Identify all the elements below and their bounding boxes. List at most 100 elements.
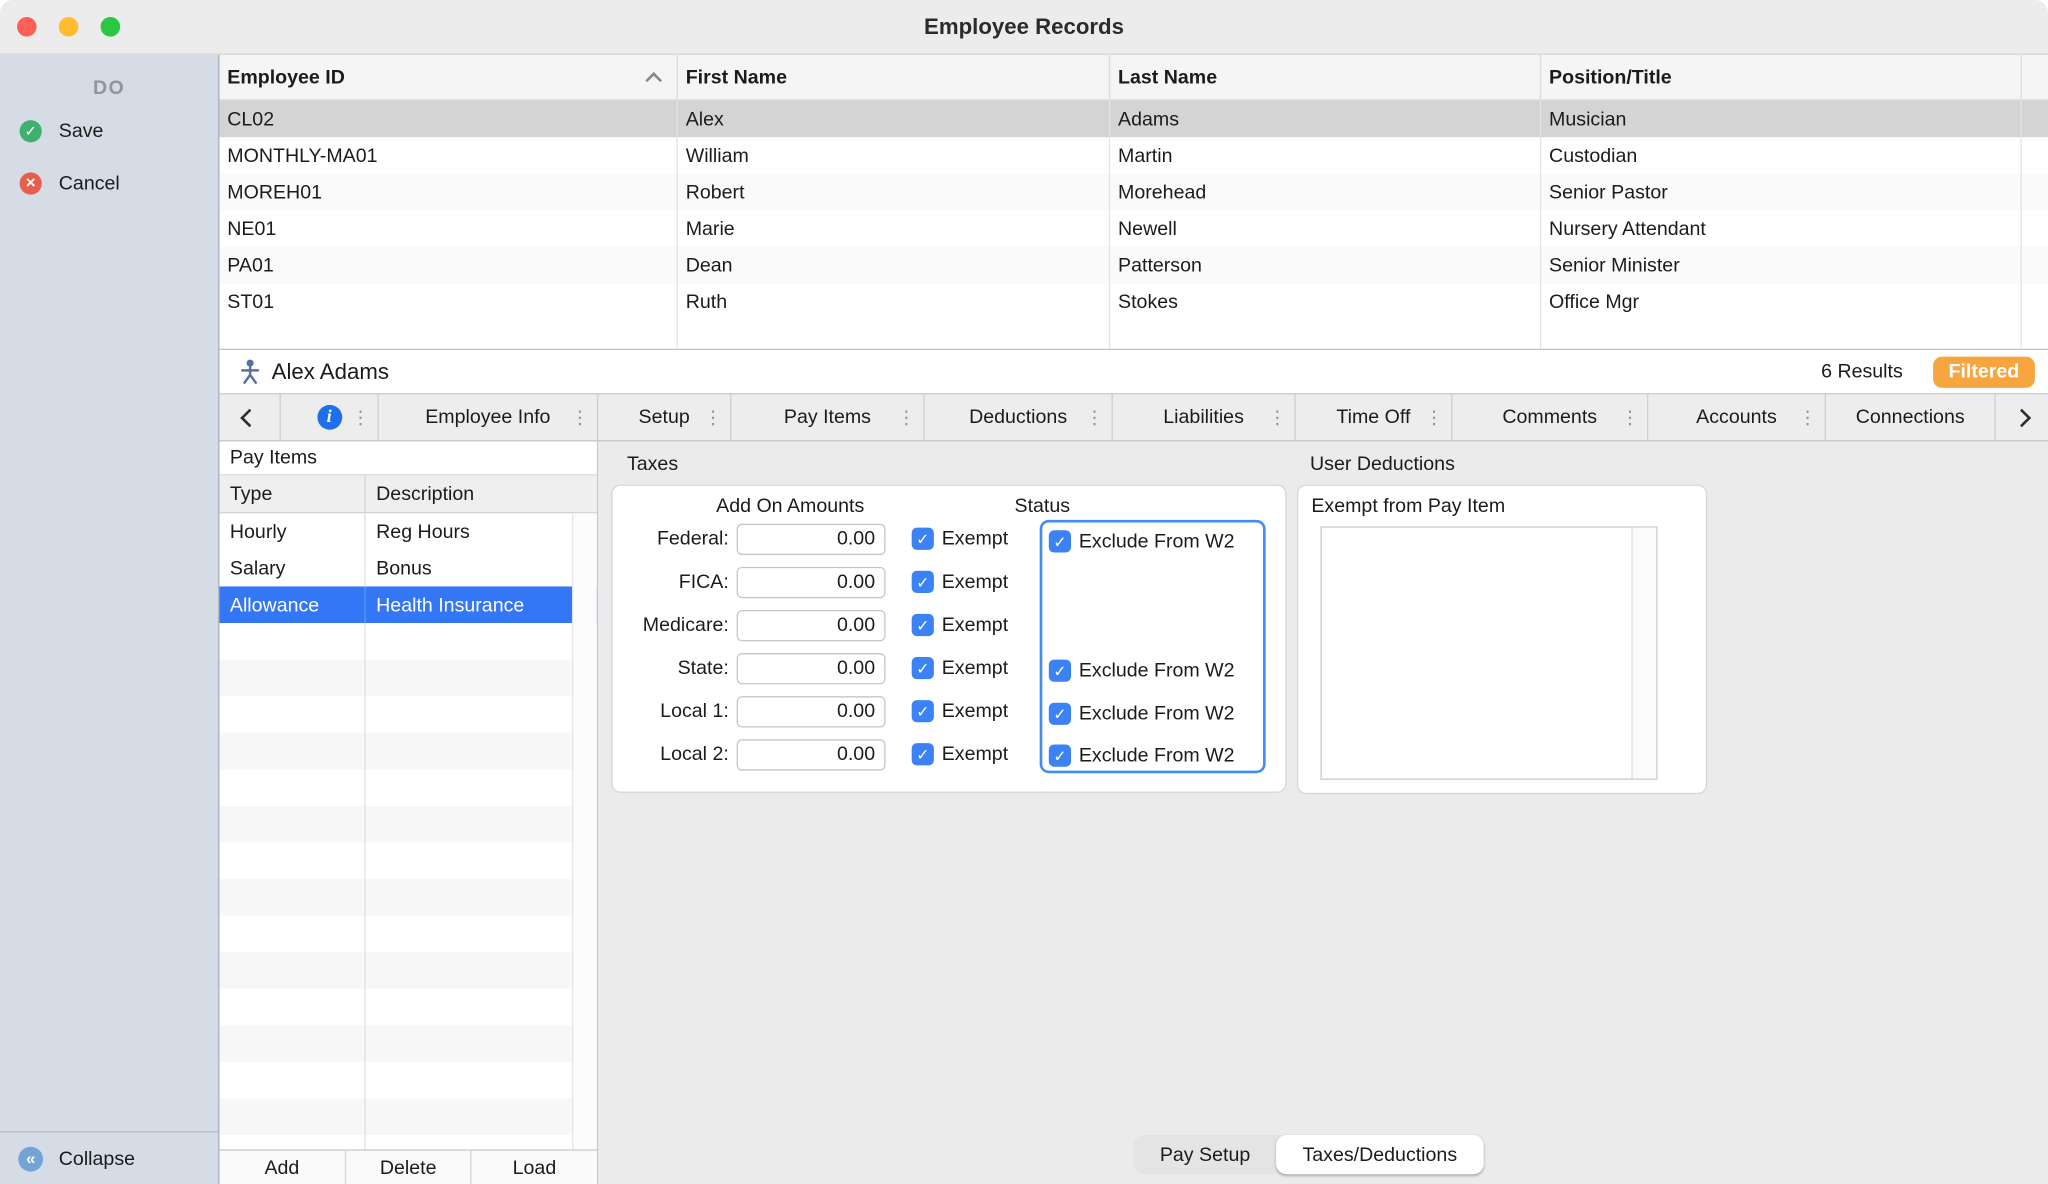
tab-menu-kebab-icon[interactable] xyxy=(571,406,589,428)
tab-menu-kebab-icon[interactable] xyxy=(1085,406,1103,428)
exempt-label: Exempt xyxy=(941,613,1009,637)
record-tab-bar: Employee Info Setup Pay Items Deductions… xyxy=(219,394,2048,442)
exclude-w2-label: Exclude From W2 xyxy=(1078,530,1235,553)
collapse-chevrons-icon xyxy=(18,1146,44,1171)
previous-record-button[interactable] xyxy=(219,394,281,441)
save-check-icon xyxy=(19,119,42,142)
tab-time-off[interactable]: Time Off xyxy=(1296,394,1453,441)
fica-exempt-checkbox[interactable] xyxy=(911,570,934,593)
pay-items-column-headers: Type Description xyxy=(219,475,597,514)
pay-items-list: Hourly Reg Hours Salary Bonus Allowance … xyxy=(219,513,597,1150)
save-label: Save xyxy=(58,119,104,142)
exempt-label: Exempt xyxy=(941,527,1009,550)
tab-menu-kebab-icon[interactable] xyxy=(351,406,369,428)
cancel-button[interactable]: Cancel xyxy=(0,157,218,209)
current-record-name: Alex Adams xyxy=(271,358,389,384)
pay-item-row-selected[interactable]: Allowance Health Insurance xyxy=(219,586,597,624)
employee-row[interactable]: ST01 Ruth Stokes Office Mgr xyxy=(219,283,2048,320)
traffic-lights xyxy=(16,0,121,54)
tab-pay-items[interactable]: Pay Items xyxy=(731,394,925,441)
employee-row[interactable]: MONTHLY-MA01 William Martin Custodian xyxy=(219,137,2048,174)
tab-setup[interactable]: Setup xyxy=(598,394,732,441)
sort-ascending-icon xyxy=(645,72,663,89)
save-button[interactable]: Save xyxy=(0,104,218,156)
employee-table-header: Employee ID First Name Last Name Positio… xyxy=(219,54,2048,101)
tab-menu-kebab-icon[interactable] xyxy=(1621,406,1639,428)
taxes-section-label: Taxes xyxy=(626,453,679,476)
federal-exempt-checkbox[interactable] xyxy=(911,527,934,550)
column-header-last-name[interactable]: Last Name xyxy=(1110,54,1542,100)
bottom-segmented-control: Pay Setup Taxes/Deductions xyxy=(1133,1135,1484,1175)
tab-menu-kebab-icon[interactable] xyxy=(1799,406,1817,428)
employee-row[interactable]: MOREH01 Robert Morehead Senior Pastor xyxy=(219,173,2048,211)
federal-addon-input[interactable] xyxy=(736,523,886,555)
column-header-employee-id[interactable]: Employee ID xyxy=(219,54,678,100)
tab-info[interactable] xyxy=(281,394,379,441)
state-exclude-w2-checkbox[interactable] xyxy=(1048,659,1072,682)
employee-row[interactable]: NE01 Marie Newell Nursery Attendant xyxy=(219,210,2048,247)
local2-addon-input[interactable] xyxy=(736,738,886,770)
local1-exclude-w2-checkbox[interactable] xyxy=(1048,702,1072,725)
user-deductions-section-label: User Deductions xyxy=(1310,453,1455,476)
local2-exclude-w2-checkbox[interactable] xyxy=(1048,744,1072,767)
pay-setup-tab[interactable]: Pay Setup xyxy=(1134,1135,1277,1174)
pay-item-row[interactable]: Salary Bonus xyxy=(219,549,596,587)
federal-exclude-w2-row: Exclude From W2 xyxy=(1048,528,1235,555)
medicare-addon-input[interactable] xyxy=(736,609,886,641)
state-addon-input[interactable] xyxy=(736,652,886,684)
state-exempt-checkbox[interactable] xyxy=(911,656,934,680)
table-filler xyxy=(219,319,2048,349)
local1-exempt-checkbox[interactable] xyxy=(911,700,934,723)
tab-deductions[interactable]: Deductions xyxy=(925,394,1113,441)
exempt-label: Exempt xyxy=(941,570,1009,593)
delete-button[interactable]: Delete xyxy=(346,1150,472,1184)
exempt-pay-item-list[interactable] xyxy=(1320,526,1658,780)
fica-addon-input[interactable] xyxy=(736,566,886,598)
window-title: Employee Records xyxy=(924,13,1124,39)
medicare-exempt-checkbox[interactable] xyxy=(911,613,934,637)
employee-row[interactable]: CL02 Alex Adams Musician xyxy=(219,100,2048,138)
pay-items-scrollbar-track[interactable] xyxy=(572,513,597,1150)
tab-menu-kebab-icon[interactable] xyxy=(897,406,915,428)
exclude-w2-label: Exclude From W2 xyxy=(1078,659,1235,682)
minimize-window-button[interactable] xyxy=(58,16,79,37)
column-header-first-name[interactable]: First Name xyxy=(678,54,1111,100)
load-button[interactable]: Load xyxy=(472,1151,597,1184)
pay-items-buttons: Add Delete Load xyxy=(219,1149,597,1184)
close-window-button[interactable] xyxy=(16,16,37,37)
collapse-button[interactable]: Collapse xyxy=(0,1131,219,1184)
sidebar: DO Save Cancel Collapse xyxy=(0,54,220,1184)
exempt-label: Exempt xyxy=(941,700,1009,723)
column-header-position-title[interactable]: Position/Title xyxy=(1541,54,2022,100)
exempt-from-pay-item-label: Exempt from Pay Item xyxy=(1311,495,1506,518)
record-bar: Alex Adams 6 Results Filtered xyxy=(219,350,2048,395)
table-scrollbar-gutter xyxy=(2022,55,2048,99)
local1-exclude-w2-row: Exclude From W2 xyxy=(1048,700,1235,727)
taxes-deductions-tab[interactable]: Taxes/Deductions xyxy=(1276,1135,1484,1175)
pay-item-row[interactable]: Hourly Reg Hours xyxy=(219,513,596,550)
local1-addon-input[interactable] xyxy=(736,695,886,727)
sidebar-header: DO xyxy=(93,77,126,100)
column-header-description: Description xyxy=(376,482,475,505)
tab-accounts[interactable]: Accounts xyxy=(1648,394,1826,441)
collapse-label: Collapse xyxy=(58,1147,136,1170)
tab-menu-kebab-icon[interactable] xyxy=(704,406,722,428)
local2-exempt-checkbox[interactable] xyxy=(911,743,934,766)
exempt-list-scrollbar-track xyxy=(1631,527,1657,779)
tab-employee-info[interactable]: Employee Info xyxy=(379,394,599,441)
federal-exclude-w2-checkbox[interactable] xyxy=(1048,530,1072,553)
titlebar: Employee Records xyxy=(0,0,2048,55)
tab-connections[interactable]: Connections xyxy=(1826,394,1996,441)
employee-row[interactable]: PA01 Dean Patterson Senior Minister xyxy=(219,246,2048,284)
filtered-badge[interactable]: Filtered xyxy=(1932,355,2035,388)
tab-comments[interactable]: Comments xyxy=(1452,394,1649,441)
add-button[interactable]: Add xyxy=(219,1150,346,1184)
employee-records-window: Employee Records DO Save Cancel Collapse xyxy=(0,0,2048,1184)
info-icon xyxy=(316,404,342,430)
tab-liabilities[interactable]: Liabilities xyxy=(1113,394,1296,441)
tab-menu-kebab-icon[interactable] xyxy=(1268,406,1286,428)
next-record-button[interactable] xyxy=(1996,394,2048,440)
tab-menu-kebab-icon[interactable] xyxy=(1425,406,1443,428)
main-area: Employee ID First Name Last Name Positio… xyxy=(219,54,2048,1184)
zoom-window-button[interactable] xyxy=(100,16,121,37)
